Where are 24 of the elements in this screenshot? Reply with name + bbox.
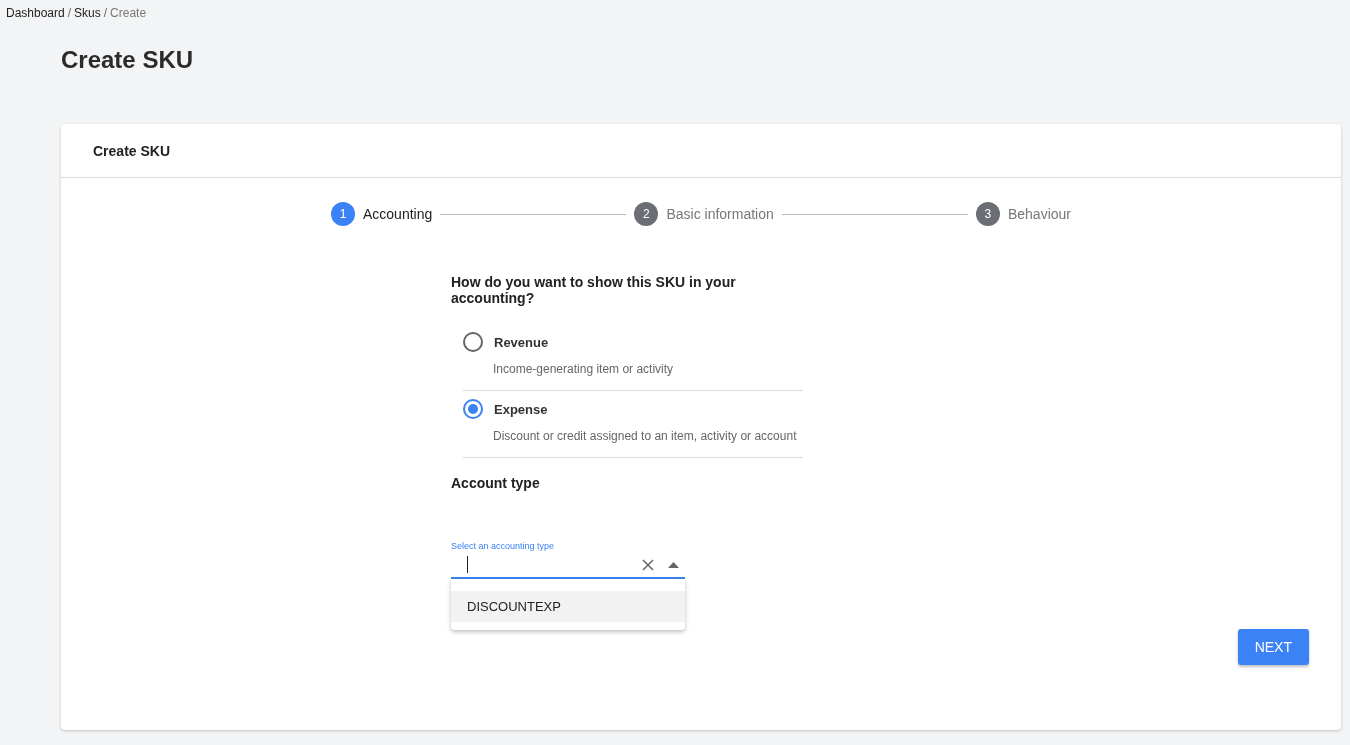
breadcrumb-separator: / <box>103 6 108 20</box>
step-number: 3 <box>975 202 1000 226</box>
section-heading: Account type <box>451 475 541 491</box>
option-label: Expense <box>494 401 548 417</box>
menu-item[interactable]: DISCOUNTEXP <box>451 591 685 622</box>
caret-icon[interactable] <box>668 562 679 568</box>
question-text: How do you want to show this SKU in your accounting? <box>451 274 737 306</box>
clear-icon[interactable] <box>641 558 655 572</box>
option-description: Discount or credit assigned to an item, activity or account <box>493 429 798 443</box>
step-number: 2 <box>634 202 659 226</box>
radio-button[interactable] <box>463 399 483 419</box>
step-label: Behaviour <box>1007 206 1071 222</box>
card-title: Create SKU <box>93 142 171 159</box>
option-description: Income-generating item or activity <box>493 362 675 376</box>
breadcrumb-separator: / <box>67 6 72 20</box>
page-title: Create SKU <box>61 46 195 74</box>
breadcrumb-link[interactable]: Skus <box>74 6 101 20</box>
breadcrumb-link[interactable]: Dashboard <box>6 6 65 20</box>
option-label: Revenue <box>494 334 549 350</box>
step-label: Accounting <box>363 206 433 222</box>
next-button[interactable]: NEXT <box>1237 629 1309 665</box>
step-number: 1 <box>331 202 355 226</box>
step-label: Basic information <box>666 206 774 222</box>
radio-button[interactable] <box>463 332 483 352</box>
